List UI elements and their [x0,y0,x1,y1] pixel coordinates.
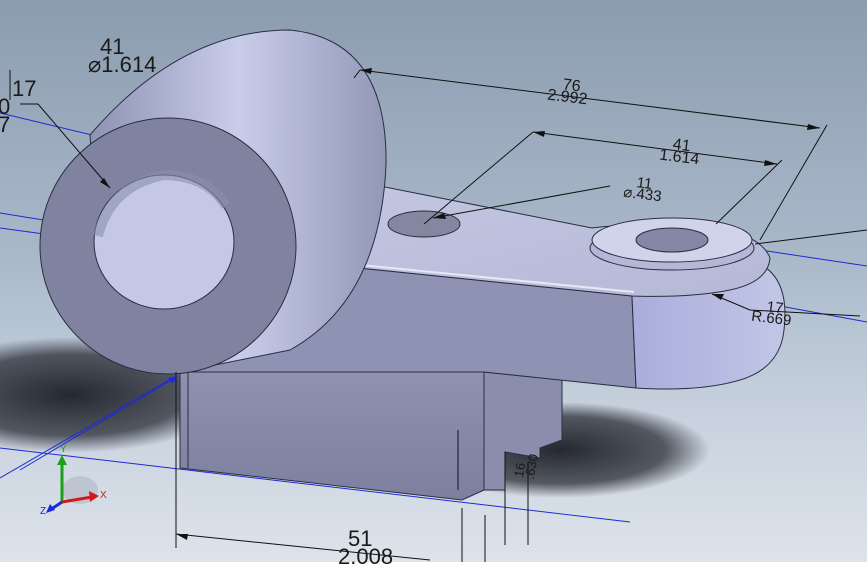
dim-hole-spacing[interactable]: 41 1.614 [658,136,701,168]
triad-y-label: Y [60,444,67,455]
dim-hole-diameter-in: ⌀.433 [622,183,663,206]
triad-z-label: Z [40,506,47,517]
dim-fillet-radius[interactable]: 17 R.669 [750,298,794,329]
dim-left-bore[interactable]: 17 0 7 [0,78,36,136]
dim-base-width-in: 2.008 [338,544,394,569]
base-front-face [179,371,485,501]
dim-hole-diameter[interactable]: 11 ⌀.433 [622,174,664,206]
dim-base-width[interactable]: 51 2.008 [338,528,393,568]
dim-boss-diameter-in: ⌀1.614 [88,52,157,77]
triad[interactable] [46,455,99,513]
model-viewport[interactable]: Y X Z 17 0 7 41 ⌀1.614 76 2.992 41 1.614… [0,0,867,568]
boss-hole [635,227,709,253]
triad-x-label: X [100,490,107,501]
model-scene[interactable] [0,0,867,562]
dim-boss-diameter[interactable]: 41 ⌀1.614 [88,36,156,76]
dim-slot[interactable]: 16 .630 [511,451,541,481]
dim-left-bore-third: 7 [0,112,11,137]
dim-overall-length[interactable]: 76 2.992 [546,76,589,108]
